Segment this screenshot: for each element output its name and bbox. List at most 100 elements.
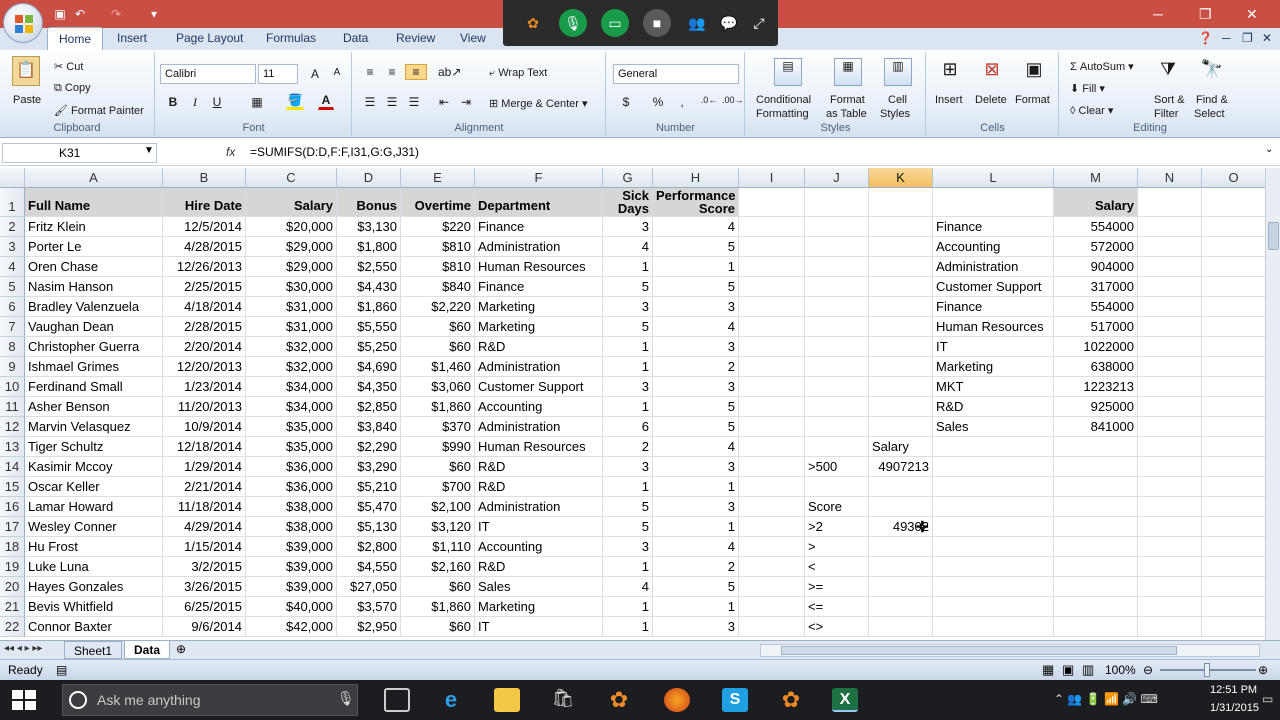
format-as-table-icon[interactable]: ▦ [834,58,862,86]
cell-o9[interactable] [1202,357,1265,377]
cell-o7[interactable] [1202,317,1265,337]
cell-b2[interactable]: 12/5/2014 [163,217,246,237]
cell-k18[interactable] [869,537,933,557]
cell-c1[interactable]: Salary [246,188,337,217]
cell-j2[interactable] [805,217,869,237]
cell-g20[interactable]: 4 [603,577,653,597]
ribbon-restore-icon[interactable]: ❐ [1242,31,1253,45]
cell-h16[interactable]: 3 [653,497,739,517]
cell-m15[interactable] [1054,477,1138,497]
cell-d2[interactable]: $3,130 [337,217,401,237]
format-as-table-label[interactable]: Format [830,94,865,106]
comma-button[interactable]: , [673,94,691,110]
flower-app-icon[interactable]: ✿ [606,688,632,712]
cell-d4[interactable]: $2,550 [337,257,401,277]
column-header-g[interactable]: G [603,168,653,188]
column-header-n[interactable]: N [1138,168,1202,188]
cell-i14[interactable] [739,457,805,477]
cell-h20[interactable]: 5 [653,577,739,597]
cell-a18[interactable]: Hu Frost [25,537,163,557]
cell-styles-label[interactable]: Cell [888,94,907,106]
cell-n16[interactable] [1138,497,1202,517]
cell-b20[interactable]: 3/26/2015 [163,577,246,597]
cell-d5[interactable]: $4,430 [337,277,401,297]
cell-g6[interactable]: 3 [603,297,653,317]
cell-f9[interactable]: Administration [475,357,603,377]
cell-e6[interactable]: $2,220 [401,297,475,317]
cell-h2[interactable]: 4 [653,217,739,237]
number-format-select[interactable]: General [613,64,739,84]
cell-d16[interactable]: $5,470 [337,497,401,517]
cell-n20[interactable] [1138,577,1202,597]
cell-d12[interactable]: $3,840 [337,417,401,437]
copy-button[interactable]: ⧉ Copy [54,82,91,95]
cell-n12[interactable] [1138,417,1202,437]
cell-o6[interactable] [1202,297,1265,317]
borders-icon[interactable]: ▦ [248,94,266,110]
cell-h9[interactable]: 2 [653,357,739,377]
cell-k19[interactable] [869,557,933,577]
cell-g12[interactable]: 6 [603,417,653,437]
clear-button[interactable]: ◊ Clear ▾ [1070,104,1113,117]
cell-l15[interactable] [933,477,1054,497]
delete-cells-button[interactable]: Delete [975,94,1007,106]
clock-date[interactable]: 1/31/2015 [1210,702,1259,714]
cell-c10[interactable]: $34,000 [246,377,337,397]
name-box[interactable]: K31 [2,143,157,163]
cell-i1[interactable] [739,188,805,217]
task-view-icon[interactable] [384,688,410,712]
cell-f18[interactable]: Accounting [475,537,603,557]
cell-a15[interactable]: Oscar Keller [25,477,163,497]
row-header-1[interactable]: 1 [0,188,25,217]
cell-d19[interactable]: $4,550 [337,557,401,577]
cell-f8[interactable]: R&D [475,337,603,357]
cell-b10[interactable]: 1/23/2014 [163,377,246,397]
cell-i17[interactable] [739,517,805,537]
cell-o11[interactable] [1202,397,1265,417]
cell-c5[interactable]: $30,000 [246,277,337,297]
align-middle-icon[interactable]: ≡ [383,64,401,80]
find-select-button[interactable]: Find & [1196,94,1228,106]
cell-h17[interactable]: 1 [653,517,739,537]
cell-c19[interactable]: $39,000 [246,557,337,577]
cell-m18[interactable] [1054,537,1138,557]
cell-e18[interactable]: $1,110 [401,537,475,557]
file-explorer-icon[interactable] [494,688,520,712]
cell-e19[interactable]: $2,160 [401,557,475,577]
customize-qat-icon[interactable]: ▾ [146,6,162,22]
cell-l21[interactable] [933,597,1054,617]
cell-e13[interactable]: $990 [401,437,475,457]
decrease-decimal-icon[interactable]: .00→ [721,94,744,106]
cell-o22[interactable] [1202,617,1265,637]
row-header-7[interactable]: 7 [0,317,25,337]
cell-m7[interactable]: 517000 [1054,317,1138,337]
cell-h8[interactable]: 3 [653,337,739,357]
cell-l6[interactable]: Finance [933,297,1054,317]
name-box-dropdown-icon[interactable]: ▼ [144,145,154,156]
cell-d7[interactable]: $5,550 [337,317,401,337]
skype-icon[interactable]: S [722,688,748,712]
cell-b21[interactable]: 6/25/2015 [163,597,246,617]
cell-e3[interactable]: $810 [401,237,475,257]
cell-o13[interactable] [1202,437,1265,457]
cell-e11[interactable]: $1,860 [401,397,475,417]
cell-h19[interactable]: 2 [653,557,739,577]
cut-button[interactable]: ✂ Cut [54,60,83,73]
cell-i7[interactable] [739,317,805,337]
cell-d1[interactable]: Bonus [337,188,401,217]
cell-j8[interactable] [805,337,869,357]
sort-filter-icon[interactable]: ⧩ [1154,58,1182,86]
cell-a4[interactable]: Oren Chase [25,257,163,277]
cell-l22[interactable] [933,617,1054,637]
cell-o17[interactable] [1202,517,1265,537]
cell-n3[interactable] [1138,237,1202,257]
cell-k1[interactable] [869,188,933,217]
cell-a22[interactable]: Connor Baxter [25,617,163,637]
maximize-button[interactable]: ❐ [1199,4,1212,24]
cell-l14[interactable] [933,457,1054,477]
cell-e7[interactable]: $60 [401,317,475,337]
cell-j7[interactable] [805,317,869,337]
cell-o2[interactable] [1202,217,1265,237]
cell-d11[interactable]: $2,850 [337,397,401,417]
cell-c18[interactable]: $39,000 [246,537,337,557]
